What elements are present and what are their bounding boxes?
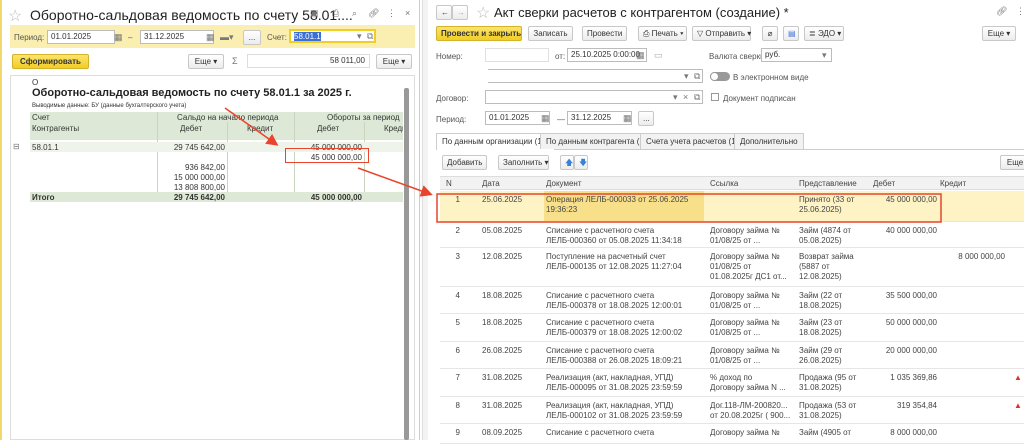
- highlight-row-box: [436, 193, 942, 223]
- arrow-to-turnover: [224, 107, 279, 146]
- arrow-to-row: [357, 167, 433, 197]
- annotation-arrows: [224, 107, 942, 223]
